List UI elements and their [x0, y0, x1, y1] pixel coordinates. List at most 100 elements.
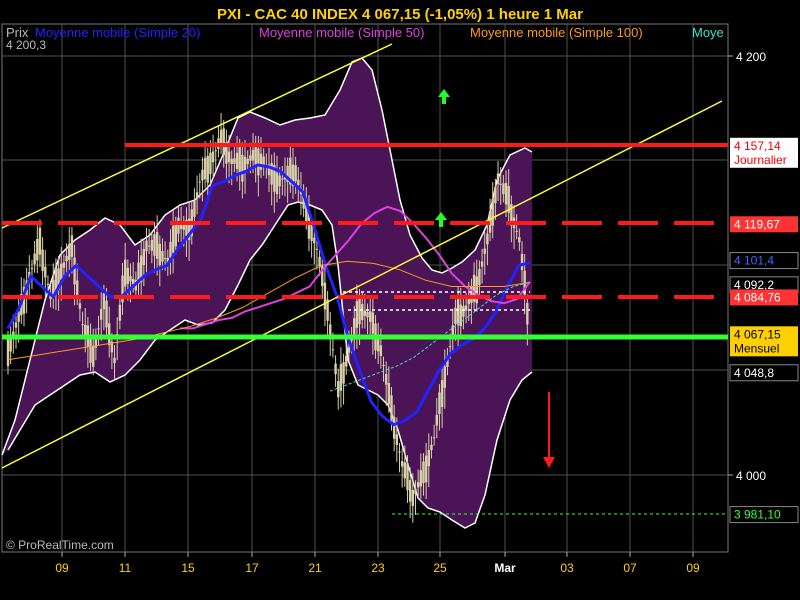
candle-body: [361, 303, 364, 321]
candle-body: [254, 144, 257, 166]
candle-body: [353, 318, 356, 335]
candle-body: [126, 267, 130, 284]
candle-body: [211, 151, 215, 163]
candle-body: [251, 149, 255, 161]
candle-body: [100, 309, 103, 320]
candle-body: [153, 234, 156, 256]
candle-body: [416, 482, 420, 488]
candle-body: [89, 336, 92, 363]
candle-body: [108, 323, 111, 345]
candle-body: [177, 217, 180, 234]
price-label-text: 4 048,8: [734, 366, 774, 380]
candle-body: [230, 158, 233, 165]
candle-body: [195, 192, 199, 198]
candle-body: [169, 241, 172, 258]
candle-body: [222, 128, 225, 156]
candle-body: [515, 230, 518, 232]
candle-body: [483, 248, 486, 254]
candle-body: [520, 253, 524, 270]
candle-body: [382, 365, 385, 367]
candle-body: [345, 355, 348, 367]
candle-body: [329, 324, 332, 336]
candle-body: [369, 311, 372, 322]
candle-body: [518, 237, 521, 243]
x-tick-label: 03: [560, 561, 574, 575]
candle-body: [478, 268, 481, 285]
candle-body: [371, 312, 375, 334]
legend-sma100: Moyenne mobile (Simple 100): [470, 25, 643, 40]
candle-body: [193, 200, 196, 217]
candle-body: [68, 243, 71, 261]
candle-body: [227, 151, 231, 163]
candle-body: [504, 182, 508, 205]
x-tick-label: 09: [55, 561, 69, 575]
candle-body: [387, 383, 391, 405]
candle-body: [174, 224, 177, 247]
candle-body: [462, 305, 465, 317]
candle-body: [6, 339, 10, 367]
candle-body: [459, 304, 462, 327]
price-label-text: 4 119,67: [734, 217, 780, 231]
candle-body: [435, 414, 438, 426]
candle-body: [33, 253, 36, 265]
candle-body: [142, 248, 146, 266]
legend-ma-extra: Moye: [692, 25, 724, 40]
legend-high-value: 4 200,3: [6, 38, 46, 52]
x-axis: 09 11 15 17 21 23 25 Mar 03 07 09: [55, 552, 700, 575]
candle-body: [235, 152, 239, 169]
candle-body: [44, 266, 47, 278]
candle-body: [523, 270, 526, 298]
candle-body: [294, 165, 297, 182]
candle-body: [246, 158, 249, 165]
candle-body: [65, 255, 68, 262]
candle-body: [419, 470, 423, 487]
x-tick-label: 09: [686, 561, 700, 575]
candle-body: [403, 462, 407, 479]
candle-body: [395, 434, 399, 446]
candle-body: [334, 363, 337, 375]
candle-body: [81, 324, 84, 326]
candle-body: [92, 345, 95, 367]
candle-body: [347, 347, 351, 353]
candle-body: [440, 380, 444, 407]
candle-body: [241, 154, 244, 182]
candle-body: [313, 237, 316, 244]
candle-body: [84, 324, 87, 336]
legend-sma20: Moyenne mobile (Simple 20): [35, 25, 200, 40]
candle-body: [467, 298, 470, 305]
candle-body: [384, 374, 388, 385]
candle-body: [443, 366, 446, 388]
candle-body: [102, 293, 106, 310]
candle-body: [150, 239, 154, 251]
candle-body: [400, 461, 404, 467]
price-label-sub: Journalier: [734, 153, 787, 167]
candle-body: [355, 301, 359, 328]
x-tick-label: 21: [308, 561, 322, 575]
x-tick-label: 11: [119, 561, 132, 575]
candle-body: [182, 224, 185, 230]
candle-body: [36, 238, 39, 261]
candle-body: [161, 251, 164, 262]
x-tick-label: 15: [181, 561, 195, 575]
candle-body: [113, 357, 116, 364]
candle-body: [342, 362, 345, 384]
candle-body: [422, 461, 425, 484]
candle-body: [209, 152, 212, 175]
candle-body: [123, 259, 127, 287]
legend-sma50: Moyenne mobile (Simple 50): [259, 25, 424, 40]
candle-body: [62, 262, 66, 268]
price-label-sub: Mensuel: [734, 341, 779, 355]
candle-body: [198, 181, 201, 183]
candle-body: [363, 310, 367, 316]
candle-body: [46, 283, 50, 285]
candle-body: [78, 303, 82, 309]
candle-body: [448, 346, 452, 348]
y-tick-label: 4 000: [736, 469, 766, 483]
candle-body: [76, 280, 79, 297]
candle-body: [233, 158, 236, 164]
price-labels: 4 157,14Journalier4 119,674 101,44 092,2…: [729, 137, 799, 524]
candle-body: [310, 224, 313, 241]
candle-body: [331, 349, 335, 351]
candle-body: [337, 381, 340, 398]
cac40-chart[interactable]: PXI - CAC 40 INDEX 4 067,15 (-1,05%) 1 h…: [0, 0, 800, 600]
